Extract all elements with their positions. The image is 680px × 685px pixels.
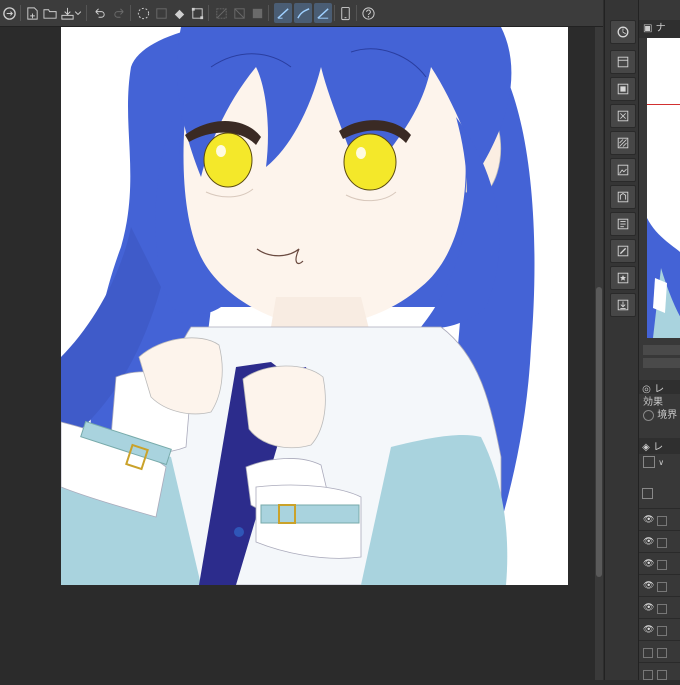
material-manga-icon[interactable] <box>610 212 636 236</box>
close-panel-icon[interactable] <box>610 104 636 128</box>
layer-lock-checkbox[interactable] <box>657 538 667 548</box>
blend-mode-chevron-down-icon[interactable]: ∨ <box>658 458 664 467</box>
layer-lock-checkbox[interactable] <box>657 560 667 570</box>
eye-icon[interactable]: 👁 <box>643 581 654 591</box>
item-bank-icon[interactable] <box>610 77 636 101</box>
grid-snap-icon[interactable] <box>314 3 332 23</box>
layer-row[interactable] <box>639 640 680 663</box>
navigator-thumbnail <box>647 38 680 338</box>
smartphone-icon[interactable] <box>336 3 354 23</box>
blend-mode-swatch <box>643 456 655 468</box>
material-favorite-star-icon[interactable] <box>610 266 636 290</box>
command-bar <box>0 0 603 27</box>
layer-lock-checkbox[interactable] <box>657 670 667 680</box>
layer-row[interactable]: 👁 <box>639 508 680 531</box>
rotate-slider[interactable] <box>643 358 680 368</box>
layer-property-tab[interactable]: ◎ レ <box>639 380 680 394</box>
navigator-display-frame-line <box>647 104 680 105</box>
deselect-icon[interactable] <box>212 3 230 23</box>
layer-tab[interactable]: ◈ レ <box>639 438 680 454</box>
right-dock-panel: ▣ ナ ◎ レ 効果 境界 ◈ レ ∨ 👁 👁 👁 👁 👁 👁 <box>638 0 680 680</box>
border-effect-toggle[interactable]: 境界 <box>643 406 680 421</box>
layer-lock-checkbox[interactable] <box>657 516 667 526</box>
layer-row[interactable]: 👁 <box>639 574 680 597</box>
anime-girl-illustration <box>61 27 535 585</box>
layer-lock-checkbox[interactable] <box>657 604 667 614</box>
border-effect-label: 境界 <box>657 410 678 421</box>
layer-panel-menu-icon[interactable] <box>642 488 653 499</box>
eye-icon[interactable]: 👁 <box>643 625 654 635</box>
layer-panel-menu[interactable] <box>639 488 680 504</box>
help-icon[interactable] <box>359 3 377 23</box>
save-dropdown-chevron-down-icon[interactable] <box>73 3 83 23</box>
zoom-slider[interactable] <box>643 345 680 355</box>
layer-lock-checkbox[interactable] <box>657 626 667 636</box>
navigator-preview[interactable] <box>647 38 680 338</box>
navigator-icon[interactable] <box>610 20 636 44</box>
border-effect-radio[interactable] <box>643 409 654 421</box>
new-file-icon[interactable] <box>23 3 41 23</box>
material-image-icon[interactable] <box>610 158 636 182</box>
clear-layer-icon[interactable] <box>152 3 170 23</box>
panel-icon-bar <box>604 0 639 680</box>
layer-row[interactable]: 👁 <box>639 596 680 619</box>
navigator-tab-label: ナ <box>655 23 666 34</box>
eye-icon[interactable]: 👁 <box>643 515 654 525</box>
layer-tab-label: レ <box>653 442 664 453</box>
sync-icon[interactable] <box>0 3 18 23</box>
layer-row[interactable]: 👁 <box>639 618 680 641</box>
layer-lock-checkbox[interactable] <box>657 648 667 658</box>
fill-icon[interactable] <box>170 3 188 23</box>
layer-row[interactable]: 👁 <box>639 530 680 553</box>
layer-visibility-checkbox[interactable] <box>643 670 653 680</box>
special-ruler-snap-icon[interactable] <box>294 3 312 23</box>
crop-icon[interactable] <box>230 3 248 23</box>
eye-icon[interactable]: 👁 <box>643 603 654 613</box>
ruler-snap-icon[interactable] <box>274 3 292 23</box>
artwork-canvas[interactable] <box>61 27 568 585</box>
sub-view-icon[interactable] <box>610 50 636 74</box>
undo-icon[interactable] <box>90 3 108 23</box>
eye-icon[interactable]: 👁 <box>643 559 654 569</box>
blend-mode-select[interactable]: ∨ <box>639 456 680 474</box>
material-brush-icon[interactable] <box>610 239 636 263</box>
invert-selection-icon[interactable] <box>248 3 266 23</box>
layer-row[interactable] <box>639 662 680 685</box>
material-3d-icon[interactable] <box>610 185 636 209</box>
navigator-tab[interactable]: ▣ ナ <box>639 20 680 38</box>
loading-spinner-icon[interactable] <box>134 3 152 23</box>
layer-visibility-checkbox[interactable] <box>643 648 653 658</box>
redo-icon[interactable] <box>110 3 128 23</box>
scrollbar-thumb[interactable] <box>596 287 602 577</box>
canvas-vertical-scrollbar[interactable] <box>595 27 603 680</box>
material-download-icon[interactable] <box>610 293 636 317</box>
layer-row[interactable]: 👁 <box>639 552 680 575</box>
open-folder-icon[interactable] <box>41 3 59 23</box>
transform-icon[interactable] <box>188 3 206 23</box>
layer-lock-checkbox[interactable] <box>657 582 667 592</box>
eye-icon[interactable]: 👁 <box>643 537 654 547</box>
material-pattern-icon[interactable] <box>610 131 636 155</box>
